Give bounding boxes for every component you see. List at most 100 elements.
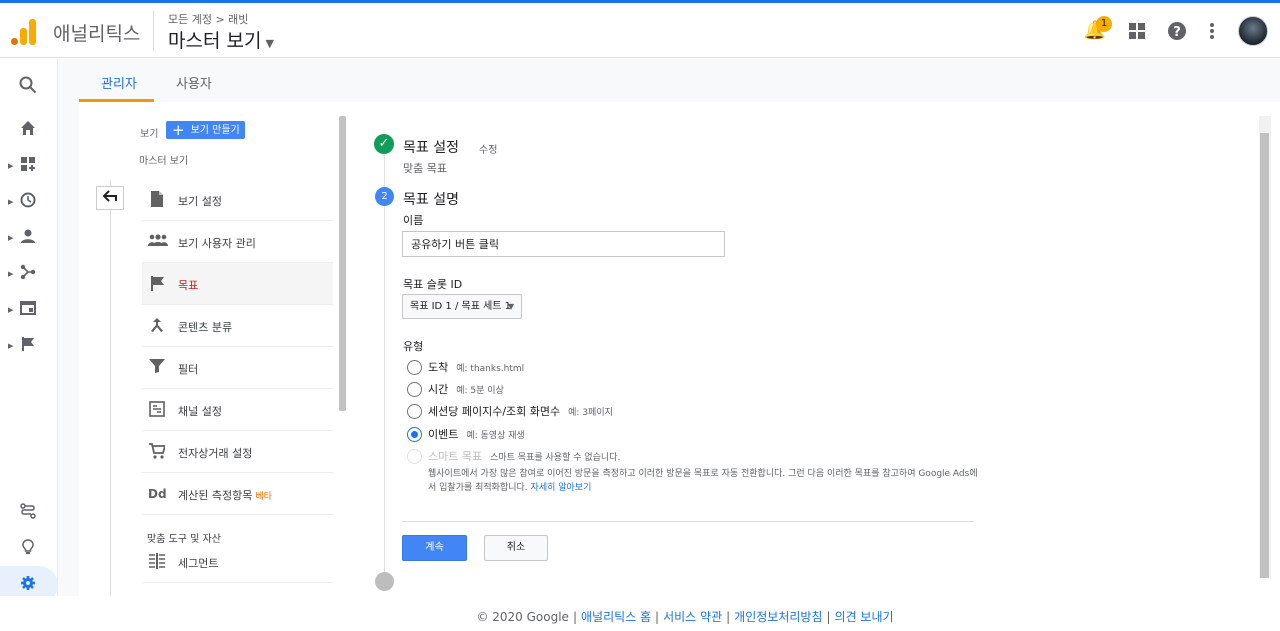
menu-item-label: 콘텐츠 분류 [178, 321, 233, 334]
behavior-icon[interactable] [18, 300, 38, 320]
lightbulb-icon[interactable] [18, 539, 38, 559]
view-label: 보기 [140, 129, 159, 140]
menu-item-label: 채널 설정 [178, 405, 222, 418]
caret-down-icon: ▼ [507, 302, 514, 311]
smart-goal-description: 웹사이트에서 가장 많은 참여로 이어진 방문을 측정하고 이러한 방문을 목표… [428, 467, 978, 495]
cart-icon [148, 443, 167, 461]
copyright: © 2020 Google [476, 610, 569, 624]
learn-more-link[interactable]: 자세히 알아보기 [531, 483, 592, 493]
step1-subtitle: 맞춤 목표 [403, 162, 447, 175]
expand-arrow-icon[interactable]: ▶ [8, 342, 13, 350]
gear-icon[interactable] [18, 575, 38, 595]
caret-down-icon: ▼ [265, 37, 274, 50]
calculated-metrics-label: 계산된 측정항목 [178, 489, 253, 502]
home-icon[interactable] [18, 120, 38, 140]
menu-item-filters[interactable]: 필터 [142, 347, 333, 389]
tab-user[interactable]: 사용자 [176, 73, 212, 92]
radio-button[interactable] [407, 404, 422, 419]
back-arrow-button[interactable] [96, 186, 124, 210]
footer-link-privacy[interactable]: 개인정보처리방침 [734, 610, 822, 624]
cancel-button[interactable]: 취소 [484, 535, 548, 561]
master-view-label: 마스터 보기 [139, 156, 189, 167]
column-connector-line [110, 180, 111, 596]
create-view-label: 보기 만들기 [190, 125, 240, 136]
continue-button[interactable]: 계속 [402, 535, 467, 561]
menu-item-label: 목표 [178, 279, 199, 292]
tab-bar: 관리자 사용자 [58, 59, 1280, 102]
radio-button-checked[interactable] [407, 427, 422, 442]
footer-link-feedback[interactable]: 의견 보내기 [835, 610, 894, 624]
beta-badge: 베타 [255, 492, 272, 502]
menu-item-view-settings[interactable]: 보기 설정 [142, 179, 333, 221]
create-view-button[interactable]: + 보기 만들기 [166, 121, 245, 139]
menu-item-calculated-metrics[interactable]: Dd 계산된 측정항목 베타 [142, 473, 333, 515]
name-label: 이름 [403, 214, 424, 227]
menu-item-channel-settings[interactable]: 채널 설정 [142, 389, 333, 431]
analytics-logo-icon[interactable] [11, 17, 37, 45]
type-option-label: 스마트 목표 스마트 목표를 사용할 수 없습니다. [428, 450, 621, 463]
view-selector[interactable]: 마스터 보기 ▼ [168, 26, 274, 53]
check-icon: ✓ [374, 134, 394, 154]
expand-arrow-icon[interactable]: ▶ [8, 162, 13, 170]
footer: © 2020 Google | 애널리틱스 홈 | 서비스 약관 | 개인정보처리방침 | 의견… [0, 596, 1280, 631]
clock-icon[interactable] [18, 192, 38, 212]
menu-item-label: 세그먼트 [178, 557, 219, 570]
expand-arrow-icon[interactable]: ▶ [8, 306, 13, 314]
arrow-back-icon [102, 190, 117, 202]
step1-title: 목표 설정 [403, 140, 459, 156]
menu-item-segments[interactable]: 세그먼트 [142, 541, 333, 583]
step1-edit-link[interactable]: 수정 [479, 141, 497, 156]
menu-item-label: 필터 [178, 363, 199, 376]
type-option-label: 이벤트 예: 동영상 재생 [428, 428, 525, 441]
flag-icon [148, 275, 166, 293]
acquisition-icon[interactable] [18, 264, 38, 284]
view-title: 마스터 보기 [168, 30, 262, 52]
type-option-label: 도착 예: thanks.html [428, 361, 525, 374]
expand-arrow-icon[interactable]: ▶ [8, 270, 13, 278]
person-icon[interactable] [18, 228, 38, 248]
menu-scrollbar[interactable] [339, 116, 346, 411]
attribution-icon[interactable] [18, 503, 38, 523]
type-option-label: 시간 예: 5분 이상 [428, 383, 504, 396]
tab-admin[interactable]: 관리자 [101, 73, 137, 92]
document-icon [148, 191, 166, 209]
footer-link-analytics-home[interactable]: 애널리틱스 홈 [581, 610, 651, 624]
breadcrumb[interactable]: 모든 계정 > 래빗 [168, 11, 248, 27]
plus-icon: + [172, 121, 185, 139]
radio-button[interactable] [407, 360, 422, 375]
goal-name-input[interactable] [402, 231, 725, 257]
radio-button[interactable] [407, 382, 422, 397]
radio-button-disabled [407, 449, 422, 464]
header-divider [153, 11, 154, 51]
search-icon[interactable] [18, 76, 38, 96]
page-scrollbar-thumb[interactable] [1260, 133, 1269, 578]
help-icon[interactable]: ? [1165, 19, 1189, 43]
form-divider [402, 521, 974, 522]
app-header: 애널리틱스 모든 계정 > 래빗 마스터 보기 ▼ 🔔 1 ? [0, 3, 1280, 58]
expand-arrow-icon[interactable]: ▶ [8, 198, 13, 206]
svg-text:?: ? [1173, 25, 1181, 40]
step2-title: 목표 설명 [403, 192, 459, 208]
goal-slot-select[interactable]: 목표 ID 1 / 목표 세트 1 ▼ [402, 294, 522, 319]
left-nav: ▶ ▶ ▶ ▶ ▶ ▶ [0, 59, 58, 631]
menu-item-view-user-management[interactable]: 보기 사용자 관리 [142, 221, 333, 263]
avatar[interactable] [1238, 16, 1268, 46]
menu-item-label: 계산된 측정항목 베타 [178, 487, 272, 503]
menu-item-label: 보기 설정 [178, 195, 222, 208]
app-name: 애널리틱스 [53, 23, 141, 45]
smart-goal-text: 웹사이트에서 가장 많은 참여로 이어진 방문을 측정하고 이러한 방문을 목표… [428, 469, 978, 493]
menu-item-content-grouping[interactable]: 콘텐츠 분류 [142, 305, 333, 347]
footer-link-terms[interactable]: 서비스 약관 [663, 610, 722, 624]
segment-icon [148, 553, 166, 571]
flag-icon[interactable] [18, 336, 38, 356]
customization-icon[interactable] [18, 156, 38, 176]
step3-number [375, 572, 394, 591]
more-vert-icon[interactable] [1200, 19, 1224, 43]
menu-item-ecommerce-settings[interactable]: 전자상거래 설정 [142, 431, 333, 473]
step-line [384, 154, 385, 574]
apps-grid-icon[interactable] [1125, 19, 1149, 43]
menu-item-goals[interactable]: 목표 [142, 263, 333, 305]
goal-slot-value: 목표 ID 1 / 목표 세트 1 [410, 301, 512, 312]
menu-item-label: 전자상거래 설정 [178, 447, 253, 460]
expand-arrow-icon[interactable]: ▶ [8, 234, 13, 242]
